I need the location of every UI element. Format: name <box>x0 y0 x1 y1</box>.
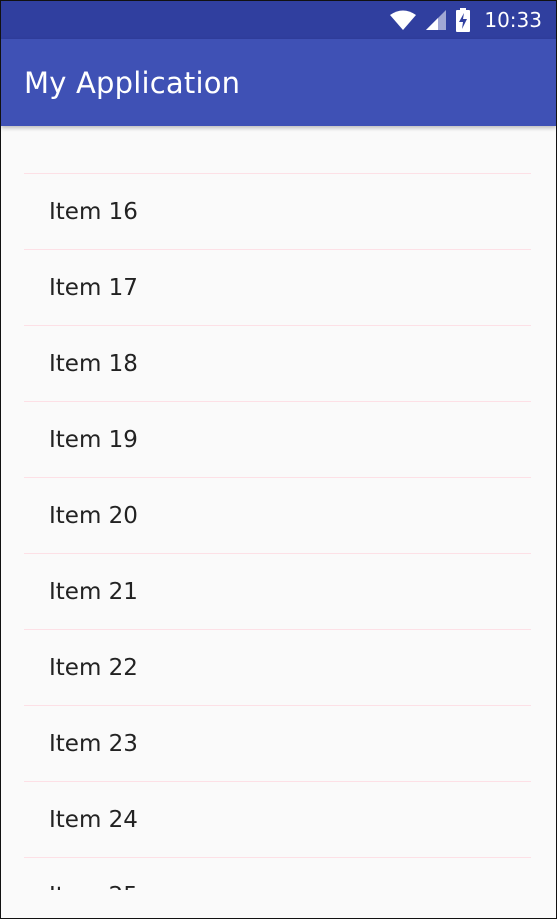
list-item[interactable]: Item 25 <box>24 858 531 891</box>
list-container: Item 16 Item 17 Item 18 Item 19 Item 20 Item … <box>24 174 531 890</box>
list-item[interactable]: Item 19 <box>24 402 531 478</box>
list-item[interactable]: Item 21 <box>24 554 531 630</box>
cell-signal-icon <box>426 10 447 30</box>
list-item-label: Item 20 <box>49 502 138 529</box>
list-item[interactable]: Item 24 <box>24 782 531 858</box>
status-bar: 10:33 <box>1 1 556 39</box>
battery-charging-icon <box>456 8 471 32</box>
list-item[interactable]: Item 22 <box>24 630 531 706</box>
list-item-label: Item 16 <box>49 198 138 225</box>
list-item[interactable]: Item 18 <box>24 326 531 402</box>
list-item[interactable]: Item 16 <box>24 174 531 250</box>
list-item[interactable]: Item 17 <box>24 250 531 326</box>
list-item-label: Item 21 <box>49 578 138 605</box>
list-item-label: Item 17 <box>49 274 138 301</box>
list-item-label: Item 23 <box>49 730 138 757</box>
list-item[interactable]: Item 23 <box>24 706 531 782</box>
list-item-label: Item 22 <box>49 654 138 681</box>
app-bar: My Application <box>1 39 556 126</box>
list-item-label: Item 19 <box>49 426 138 453</box>
list-item[interactable]: Item 20 <box>24 478 531 554</box>
app-title: My Application <box>24 65 241 100</box>
status-time: 10:33 <box>484 8 542 32</box>
phone-screen: 10:33 My Application Item 16 Item 17 Item … <box>0 0 557 919</box>
wifi-icon <box>390 10 417 30</box>
list-item-label: Item 25 <box>49 883 138 891</box>
list-item-label: Item 18 <box>49 350 138 377</box>
item-list[interactable]: Item 16 Item 17 Item 18 Item 19 Item 20 Item … <box>1 126 556 890</box>
list-item-label: Item 24 <box>49 806 138 833</box>
